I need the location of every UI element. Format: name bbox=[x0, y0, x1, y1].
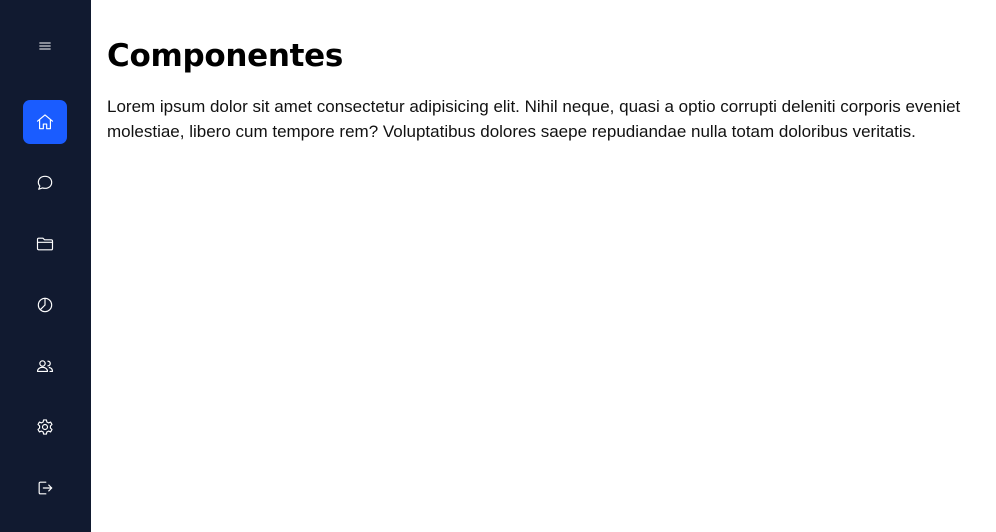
home-icon bbox=[36, 114, 54, 130]
pie-chart-icon bbox=[37, 297, 53, 313]
sidebar-item-settings[interactable] bbox=[23, 405, 67, 449]
sidebar-item-reports[interactable] bbox=[23, 283, 67, 327]
sidebar-item-logout[interactable] bbox=[23, 466, 67, 510]
sidebar-item-users[interactable] bbox=[23, 344, 67, 388]
sidebar-item-home[interactable] bbox=[23, 100, 67, 144]
gear-icon bbox=[37, 419, 53, 435]
sidebar bbox=[0, 0, 91, 532]
chat-icon bbox=[37, 175, 53, 190]
sidebar-item-messages[interactable] bbox=[23, 161, 67, 205]
app-root: Componentes Lorem ipsum dolor sit amet c… bbox=[0, 0, 996, 532]
page-description: Lorem ipsum dolor sit amet consectetur a… bbox=[107, 97, 961, 141]
main-content: Componentes Lorem ipsum dolor sit amet c… bbox=[91, 0, 996, 532]
folder-icon bbox=[36, 237, 54, 251]
menu-icon bbox=[39, 42, 51, 50]
sidebar-item-folder[interactable] bbox=[23, 222, 67, 266]
menu-toggle-button[interactable] bbox=[23, 24, 67, 68]
users-icon bbox=[36, 360, 54, 372]
logout-icon bbox=[38, 481, 53, 495]
page-title: Componentes bbox=[107, 38, 343, 74]
